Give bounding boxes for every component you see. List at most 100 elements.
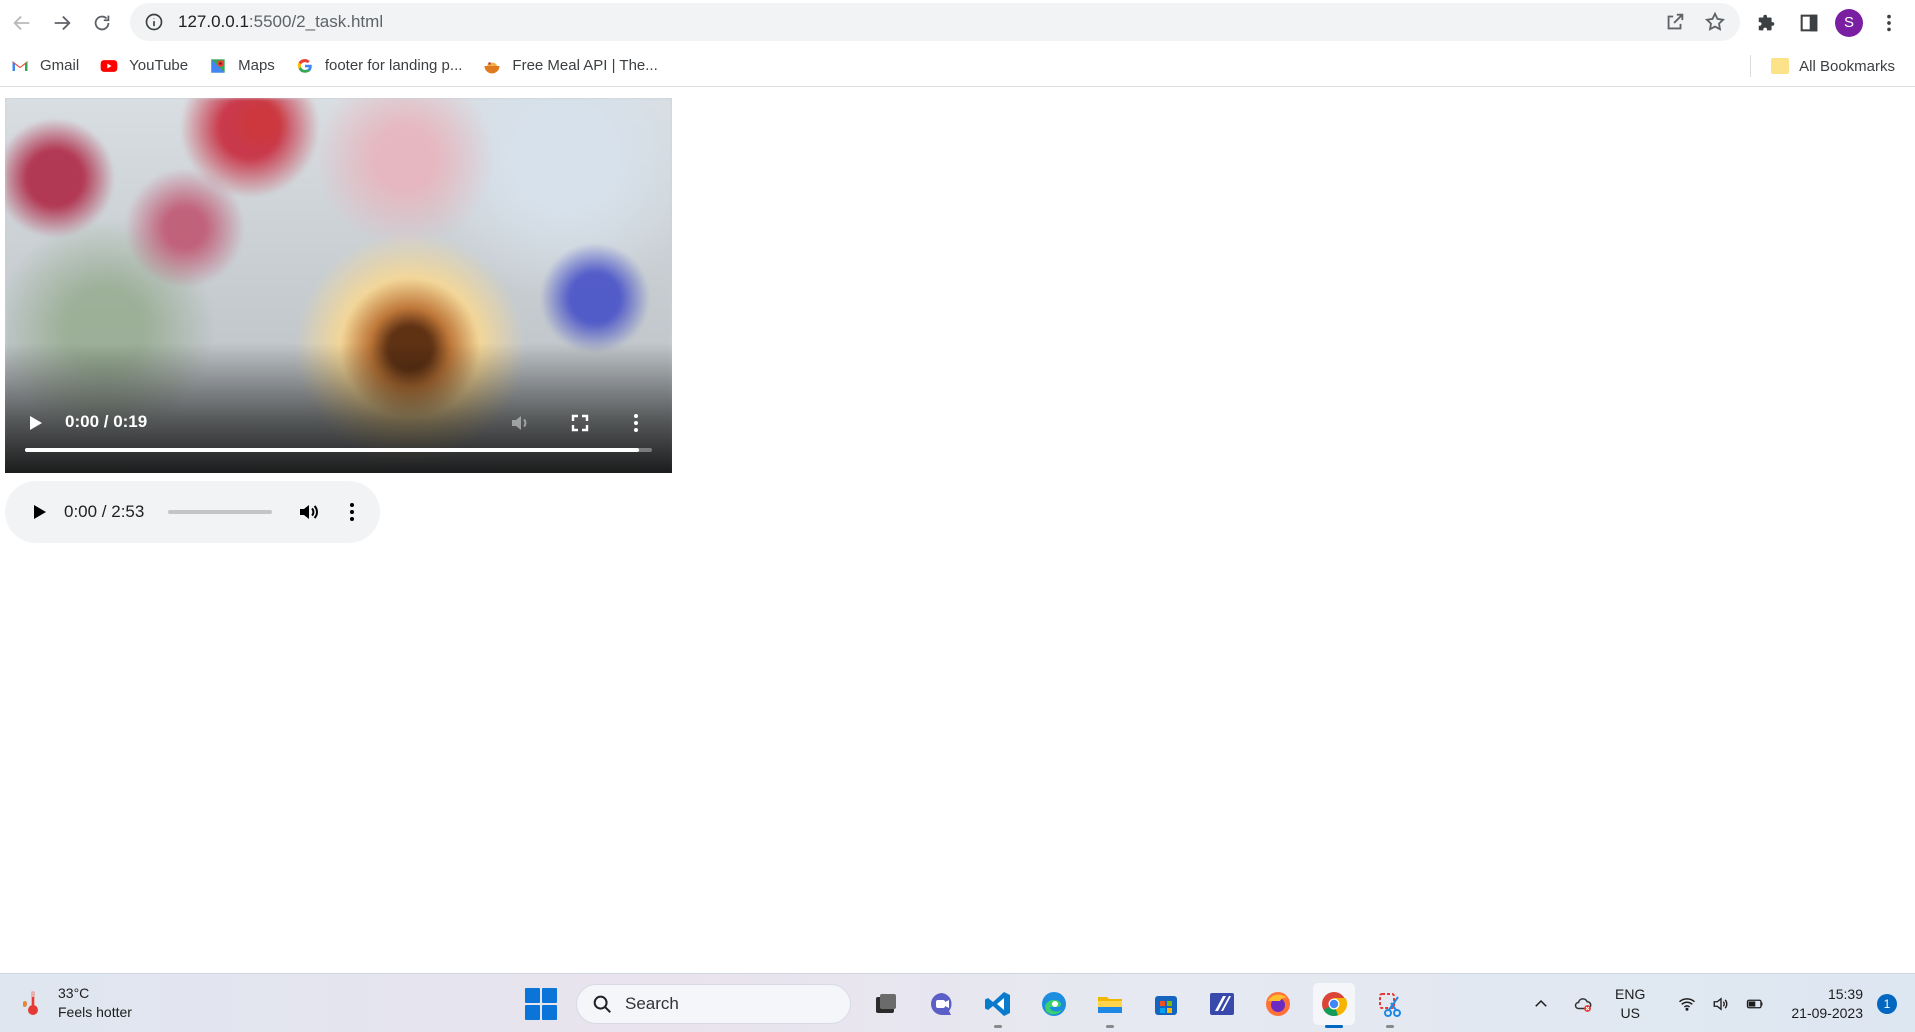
file-explorer-app[interactable] — [1089, 983, 1131, 1028]
bookmark-star-icon[interactable] — [1704, 11, 1726, 33]
notification-badge[interactable]: 1 — [1877, 994, 1897, 1014]
weather-widget[interactable]: 33°C Feels hotter — [18, 984, 132, 1022]
scissors-icon — [1379, 993, 1401, 1017]
windows-icon — [525, 988, 557, 1020]
reload-icon — [94, 15, 110, 30]
video-player[interactable]: 0:00 / 0:19 — [5, 98, 672, 473]
wifi-button[interactable] — [1673, 990, 1701, 1018]
folder-icon — [1771, 58, 1790, 74]
bookmark-maps[interactable]: Maps — [198, 50, 285, 82]
task-view-icon — [876, 994, 896, 1013]
audio-player[interactable]: 0:00 / 2:53 — [5, 481, 380, 543]
taskbar-search[interactable]: Search — [576, 984, 851, 1024]
clock-time: 15:39 — [1827, 986, 1863, 1002]
side-panel-icon — [1800, 14, 1818, 31]
browser-toolbar: 127.0.0.1:5500/2_task.html S — [0, 0, 1915, 45]
system-tray: ENG US 15:39 21-09-2023 1 — [1521, 982, 1897, 1026]
address-bar[interactable]: 127.0.0.1:5500/2_task.html — [130, 3, 1740, 41]
taskbar: 33°C Feels hotter Search ENG US 15:39 21… — [0, 973, 1915, 1032]
store-icon — [1155, 996, 1177, 1015]
task-view-button[interactable] — [865, 983, 907, 1025]
pen-app-icon — [1210, 993, 1234, 1015]
wifi-icon — [1679, 998, 1696, 1011]
maps-icon — [208, 56, 228, 76]
folder-icon — [1098, 997, 1122, 1013]
all-bookmarks-button[interactable]: All Bookmarks — [1761, 50, 1905, 82]
bookmarks-separator — [1750, 55, 1752, 77]
vscode-icon — [985, 992, 1010, 1016]
extensions-button[interactable] — [1751, 7, 1783, 39]
forward-button[interactable] — [42, 3, 82, 43]
video-time: 0:00 / 0:19 — [65, 412, 148, 431]
chrome-icon — [1322, 992, 1348, 1016]
more-vert-icon — [1887, 14, 1891, 31]
bookmark-footer-landing[interactable]: footer for landing p... — [285, 50, 473, 82]
battery-button[interactable] — [1741, 990, 1769, 1018]
thermometer-icon — [23, 991, 38, 1015]
snipping-tool-app[interactable] — [1369, 983, 1411, 1028]
page-content: 0:00 / 0:19 0:00 / 2:53 — [0, 88, 1915, 973]
audio-more-icon[interactable] — [346, 500, 358, 524]
taskbar-apps: Search — [520, 982, 1411, 1028]
volume-button[interactable] — [1707, 990, 1735, 1018]
share-icon[interactable] — [1664, 11, 1686, 33]
video-more-icon[interactable] — [630, 411, 642, 435]
chrome-running-indicator — [1325, 1025, 1343, 1028]
edge-icon — [1042, 992, 1066, 1016]
battery-icon — [1747, 999, 1763, 1009]
video-volume-icon[interactable] — [508, 411, 532, 435]
onedrive-button[interactable] — [1569, 990, 1597, 1018]
search-icon — [593, 995, 611, 1013]
bookmarks-bar: Gmail YouTube Maps footer for landing p.… — [0, 45, 1915, 87]
chrome-menu-button[interactable] — [1873, 7, 1905, 39]
audio-volume-icon[interactable] — [297, 500, 321, 524]
audio-play-icon[interactable] — [27, 500, 51, 524]
firefox-icon — [1266, 992, 1290, 1016]
language-indicator[interactable]: ENG US — [1615, 985, 1645, 1023]
fullscreen-icon[interactable] — [568, 411, 592, 435]
video-progress-fill — [25, 448, 640, 452]
chat-icon — [931, 993, 952, 1015]
store-app[interactable] — [1145, 983, 1187, 1025]
meal-icon — [482, 56, 502, 76]
speaker-icon — [1713, 997, 1728, 1011]
clock[interactable]: 15:39 21-09-2023 — [1791, 985, 1863, 1023]
back-button[interactable] — [2, 3, 42, 43]
url-text[interactable]: 127.0.0.1:5500/2_task.html — [178, 12, 383, 32]
video-controls: 0:00 / 0:19 — [5, 393, 672, 473]
bookmark-youtube[interactable]: YouTube — [89, 50, 198, 82]
audio-time: 0:00 / 2:53 — [64, 502, 145, 521]
edge-app[interactable] — [1033, 983, 1075, 1025]
weather-temperature: 33°C — [58, 985, 90, 1001]
start-button[interactable] — [520, 983, 562, 1025]
weather-description: Feels hotter — [58, 1004, 132, 1020]
show-hidden-icons-button[interactable] — [1527, 990, 1555, 1018]
profile-avatar[interactable]: S — [1835, 8, 1863, 37]
chevron-up-icon — [1535, 999, 1547, 1007]
youtube-icon — [99, 56, 119, 76]
puzzle-icon — [1758, 14, 1775, 30]
arrow-right-icon — [54, 15, 71, 30]
arrow-left-icon — [13, 15, 30, 30]
cloud-error-icon — [1574, 998, 1592, 1012]
clock-date: 21-09-2023 — [1791, 1005, 1863, 1021]
explorer-running-indicator — [1106, 1025, 1114, 1028]
teams-chat-app[interactable] — [921, 983, 963, 1025]
vscode-app[interactable] — [977, 983, 1019, 1028]
bookmark-free-meal-api[interactable]: Free Meal API | The... — [472, 50, 667, 82]
bookmark-gmail[interactable]: Gmail — [0, 50, 89, 82]
firefox-app[interactable] — [1257, 983, 1299, 1025]
gmail-icon — [10, 56, 30, 76]
search-label: Search — [625, 994, 679, 1013]
side-panel-button[interactable] — [1793, 7, 1825, 39]
video-progress-bar[interactable] — [25, 448, 652, 452]
video-play-icon[interactable] — [23, 411, 47, 435]
chrome-app[interactable] — [1313, 983, 1355, 1028]
google-icon — [295, 56, 315, 76]
pen-app[interactable] — [1201, 983, 1243, 1025]
site-info-icon[interactable] — [144, 12, 164, 32]
snipping-running-indicator — [1386, 1025, 1394, 1028]
vscode-running-indicator — [994, 1025, 1002, 1028]
audio-progress-bar[interactable] — [168, 510, 272, 514]
reload-button[interactable] — [82, 3, 122, 43]
